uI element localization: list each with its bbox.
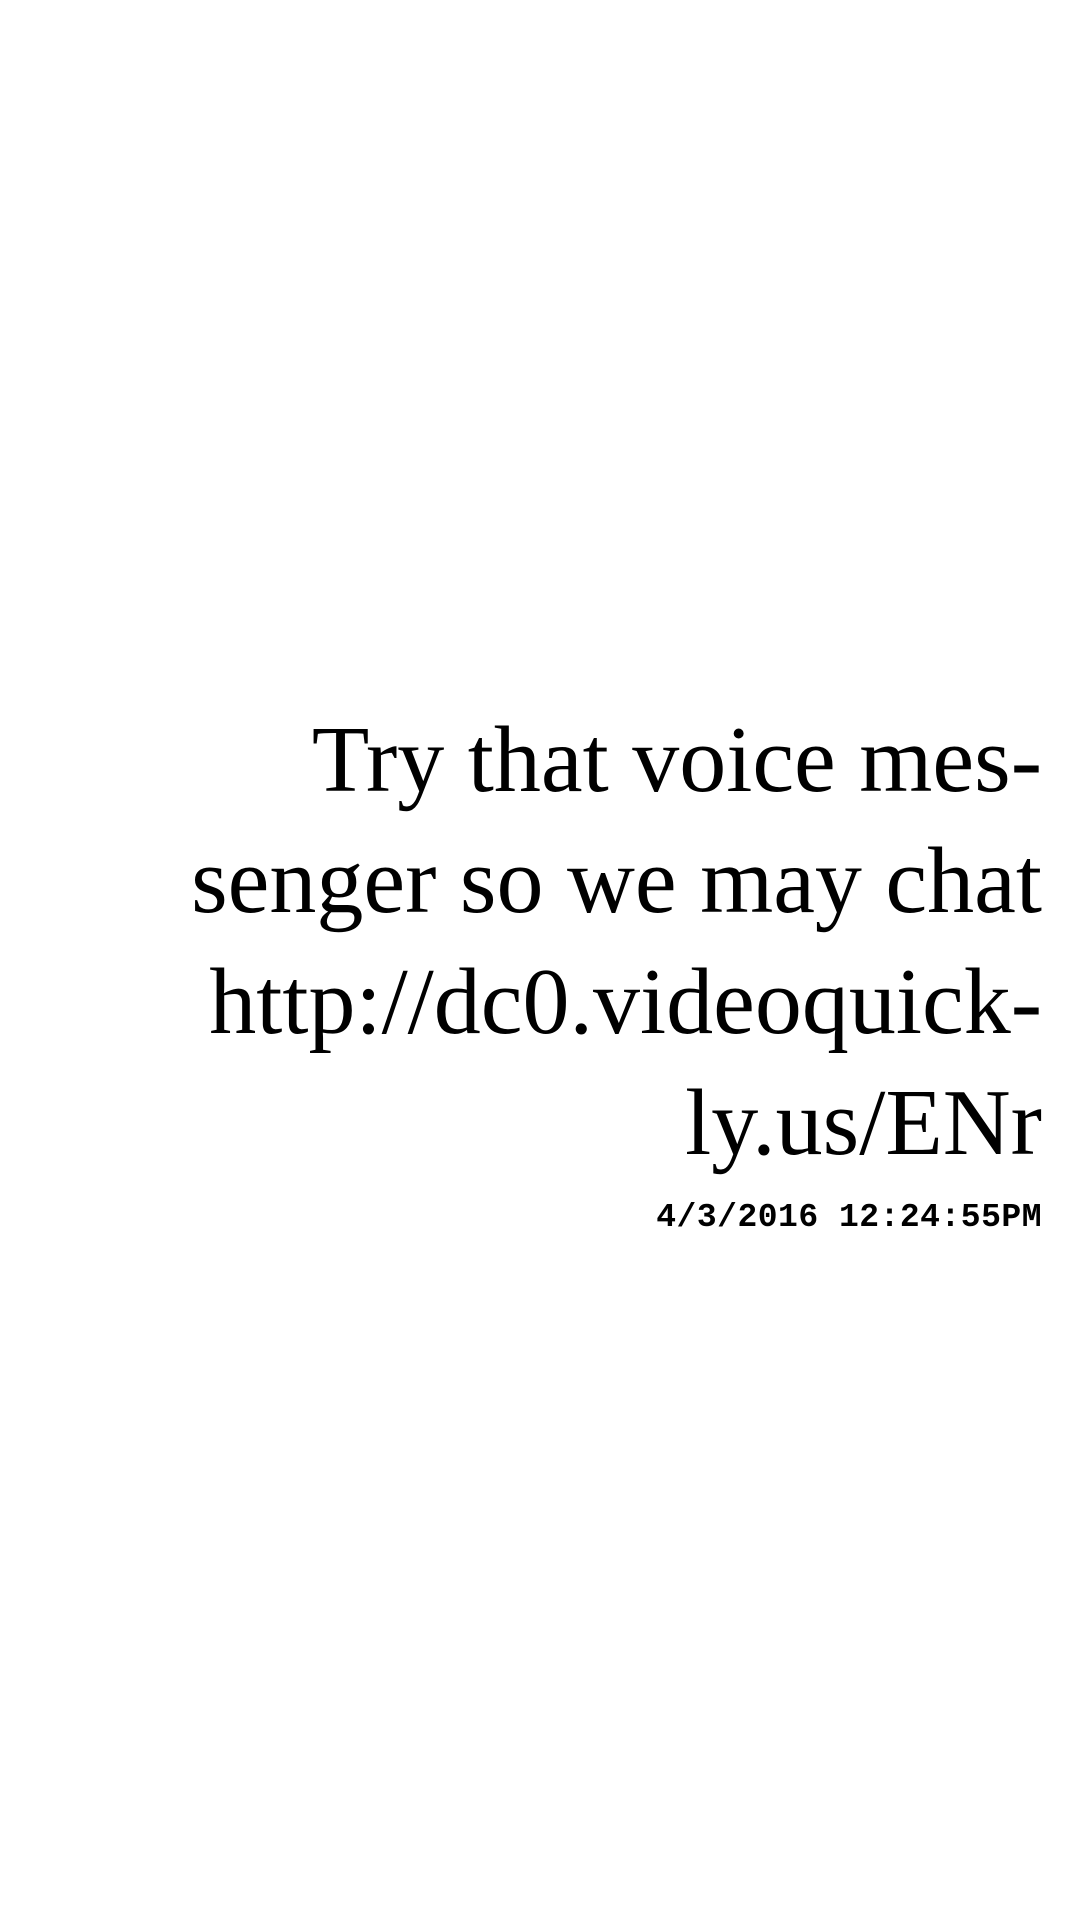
message-link-line-2[interactable]: ly.us/ENr [40,1063,1042,1184]
message-text-line-1: Try that voice mes- [311,708,1042,812]
message-timestamp: 4/3/2016 12:24:55PM [656,1199,1042,1236]
message-screen: Try that voice mes- senger so we may cha… [0,0,1080,1920]
message-link-line-1[interactable]: http://dc0.videoquick- [40,942,1042,1063]
message-text-line-2: senger so we may chat [191,829,1042,933]
message-bubble: Try that voice mes- senger so we may cha… [40,700,1042,1238]
